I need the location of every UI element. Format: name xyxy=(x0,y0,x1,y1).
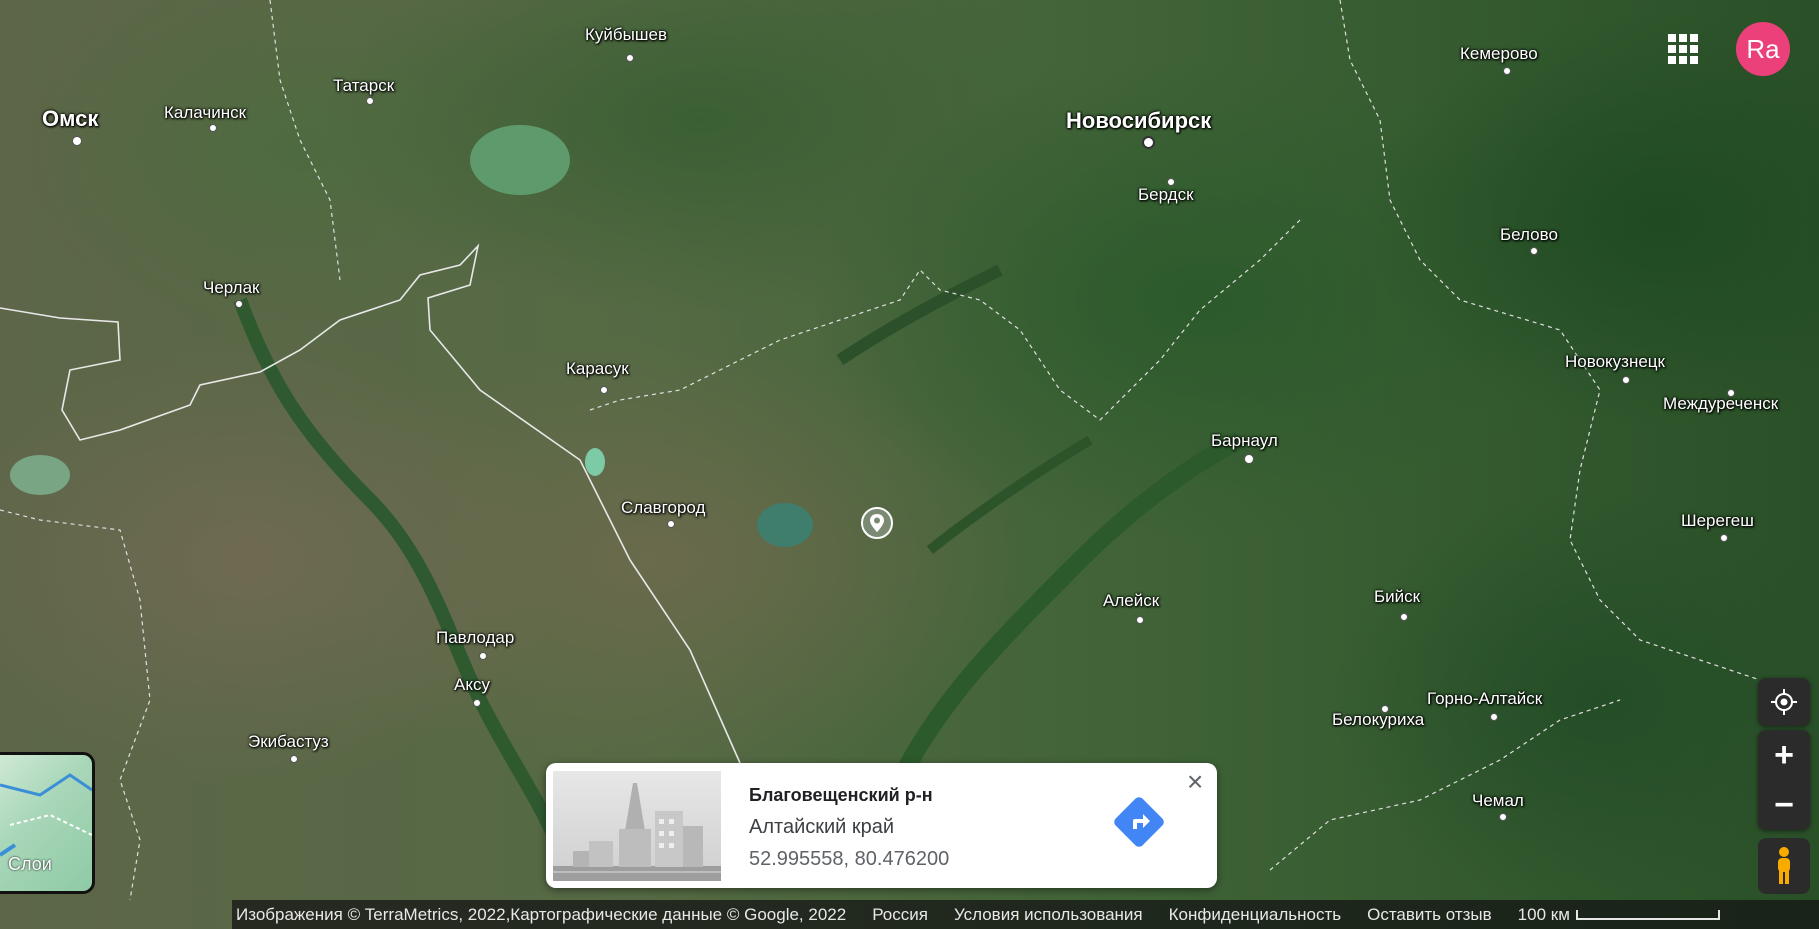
city-label[interactable]: Славгород xyxy=(621,498,705,518)
city-label[interactable]: Омск xyxy=(42,106,98,132)
city-dot[interactable] xyxy=(366,97,374,105)
place-thumbnail[interactable] xyxy=(553,771,721,881)
city-label[interactable]: Татарск xyxy=(333,76,394,96)
city-label[interactable]: Горно-Алтайск xyxy=(1427,689,1542,709)
city-dot[interactable] xyxy=(1400,613,1408,621)
city-dot[interactable] xyxy=(1499,813,1507,821)
account-avatar[interactable]: Ra xyxy=(1736,22,1790,76)
scale-indicator[interactable]: 100 км xyxy=(1518,905,1720,925)
city-label[interactable]: Павлодар xyxy=(436,628,514,648)
city-label[interactable]: Карасук xyxy=(566,359,629,379)
city-dot[interactable] xyxy=(473,699,481,707)
city-label[interactable]: Аксу xyxy=(454,675,490,695)
place-region: Алтайский край xyxy=(749,816,895,838)
terms-link[interactable]: Условия использования xyxy=(954,905,1143,925)
attribution-text: Изображения © TerraMetrics, 2022,Картогр… xyxy=(236,904,847,924)
city-dot[interactable] xyxy=(1530,247,1538,255)
city-label[interactable]: Экибастуз xyxy=(248,732,329,752)
my-location-button[interactable] xyxy=(1758,678,1810,726)
city-label[interactable]: Междуреченск xyxy=(1663,394,1778,414)
city-dot[interactable] xyxy=(290,755,298,763)
city-label[interactable]: Калачинск xyxy=(164,103,246,123)
zoom-in-button[interactable]: + xyxy=(1758,730,1810,780)
city-buildings-icon xyxy=(553,783,721,881)
place-title: Благовещенский р-н xyxy=(749,785,933,805)
scale-bar xyxy=(1575,909,1720,920)
city-dot[interactable] xyxy=(667,520,675,528)
city-label[interactable]: Белово xyxy=(1500,225,1558,245)
city-dot[interactable] xyxy=(235,300,243,308)
apps-grid-icon[interactable] xyxy=(1668,34,1698,64)
country-link[interactable]: Россия xyxy=(872,905,928,925)
zoom-out-button[interactable]: − xyxy=(1758,780,1810,830)
place-coordinates[interactable]: 52.995558, 80.476200 xyxy=(749,848,949,871)
city-label[interactable]: Белокуриха xyxy=(1332,710,1424,730)
city-dot[interactable] xyxy=(1720,534,1728,542)
layers-label: Слои xyxy=(8,854,52,874)
close-card-button[interactable]: × xyxy=(1187,768,1203,796)
city-dot[interactable] xyxy=(479,652,487,660)
city-dot[interactable] xyxy=(1244,454,1254,464)
layers-toggle-button[interactable]: Слои xyxy=(0,752,95,894)
city-label[interactable]: Бердск xyxy=(1138,185,1194,205)
city-label[interactable]: Кемерово xyxy=(1460,44,1538,64)
city-label[interactable]: Черлак xyxy=(203,278,259,298)
city-dot[interactable] xyxy=(1136,616,1144,624)
pegman-icon xyxy=(1778,847,1790,884)
city-dot[interactable] xyxy=(1490,713,1498,721)
city-label[interactable]: Чемал xyxy=(1472,791,1524,811)
crosshair-icon xyxy=(1771,689,1797,715)
city-dot[interactable] xyxy=(209,124,217,132)
city-dot[interactable] xyxy=(1622,376,1630,384)
city-dot[interactable] xyxy=(626,54,634,62)
zoom-controls: + − xyxy=(1758,730,1810,830)
directions-arrow-icon xyxy=(1133,814,1150,829)
privacy-link[interactable]: Конфиденциальность xyxy=(1169,905,1341,925)
pegman-street-view-button[interactable] xyxy=(1758,838,1810,894)
city-label[interactable]: Новосибирск xyxy=(1066,108,1211,134)
city-label[interactable]: Алейск xyxy=(1103,591,1159,611)
city-label[interactable]: Новокузнецк xyxy=(1565,352,1665,372)
city-dot[interactable] xyxy=(1503,67,1511,75)
map-footer: Изображения © TerraMetrics, 2022,Картогр… xyxy=(232,900,1819,929)
place-info-card[interactable]: Благовещенский р-н Алтайский край 52.995… xyxy=(546,763,1217,888)
location-pin-icon[interactable] xyxy=(860,506,894,540)
city-dot[interactable] xyxy=(72,136,82,146)
city-dot[interactable] xyxy=(1142,136,1155,149)
feedback-link[interactable]: Оставить отзыв xyxy=(1367,905,1492,925)
city-label[interactable]: Куйбышев xyxy=(585,25,667,45)
city-label[interactable]: Барнаул xyxy=(1211,431,1278,451)
city-label[interactable]: Шерегеш xyxy=(1681,511,1754,531)
city-dot[interactable] xyxy=(600,386,608,394)
scale-label: 100 км xyxy=(1517,904,1570,924)
city-label[interactable]: Бийск xyxy=(1374,587,1420,607)
